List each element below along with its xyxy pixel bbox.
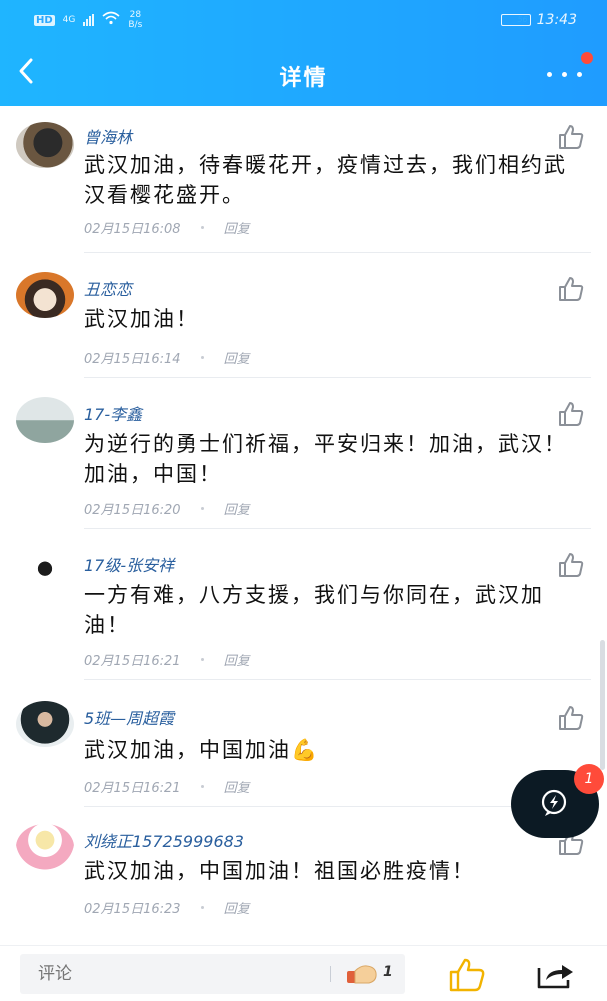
reply-button[interactable]: 回复 — [224, 898, 250, 917]
separator-dot — [200, 356, 204, 359]
wifi-icon — [102, 11, 120, 29]
network-type: 4G — [62, 15, 76, 25]
comment-meta: 02月15日16:21 回复 — [84, 777, 250, 796]
avatar[interactable] — [16, 122, 74, 168]
comment-meta: 02月15日16:08 回复 — [84, 218, 250, 237]
reply-button[interactable]: 回复 — [224, 348, 250, 367]
like-icon[interactable] — [557, 401, 585, 427]
avatar[interactable] — [16, 272, 74, 318]
like-icon[interactable] — [557, 705, 585, 731]
comment-author[interactable]: 刘绕正15725999683 — [84, 828, 244, 852]
like-icon[interactable] — [557, 552, 585, 578]
like-icon[interactable] — [557, 124, 585, 150]
input-separator — [330, 966, 331, 982]
comment-time: 02月15日16:23 — [84, 902, 181, 917]
reply-button[interactable]: 回复 — [224, 499, 250, 518]
clock: 13:43 — [536, 12, 577, 28]
status-bar: HD 4G 28 B/s 56 13:43 — [0, 0, 607, 40]
clap-icon[interactable] — [345, 961, 379, 987]
divider — [84, 377, 591, 378]
comment-time: 02月15日16:08 — [84, 222, 181, 237]
battery-level: 56 — [517, 15, 528, 24]
comment-text: 武汉加油，中国加油！祖国必胜疫情！ — [84, 859, 475, 883]
comment-time: 02月15日16:20 — [84, 503, 181, 518]
comment-time: 02月15日16:21 — [84, 654, 181, 669]
reply-button[interactable]: 回复 — [224, 650, 250, 669]
comment-author[interactable]: 17-李鑫 — [84, 401, 142, 425]
comment-author[interactable]: 丑恋恋 — [84, 276, 132, 300]
signal-icon — [83, 14, 95, 26]
top-bar: HD 4G 28 B/s 56 13:43 详情 — [0, 0, 607, 106]
comment-time: 02月15日16:21 — [84, 781, 181, 796]
separator-dot — [200, 507, 204, 510]
scrollbar[interactable] — [600, 640, 605, 770]
comment-author[interactable]: 17级-张安祥 — [84, 552, 174, 576]
lightning-chat-icon — [541, 789, 567, 816]
comment-meta: 02月15日16:21 回复 — [84, 650, 250, 669]
comment-text: 武汉加油，中国加油💪 — [84, 738, 320, 762]
comment-time: 02月15日16:14 — [84, 352, 181, 367]
reply-button[interactable]: 回复 — [224, 777, 250, 796]
notification-dot — [581, 52, 593, 64]
clap-count: 1 — [383, 964, 393, 980]
more-options-icon[interactable] — [545, 64, 585, 82]
battery-icon: 56 — [500, 14, 531, 26]
separator-dot — [200, 906, 204, 909]
like-icon[interactable] — [557, 276, 585, 302]
separator-dot — [200, 226, 204, 229]
comment-text: 武汉加油，待春暖花开，疫情过去，我们相约武汉看樱花盛开。 — [84, 153, 567, 207]
bottom-bar: 1 — [0, 945, 607, 1001]
divider — [84, 528, 591, 529]
avatar[interactable] — [16, 824, 74, 870]
divider — [84, 679, 591, 680]
comment-text: 武汉加油！ — [84, 307, 199, 331]
speed-value: 28 — [129, 10, 142, 20]
reply-button[interactable]: 回复 — [224, 218, 250, 237]
hd-badge: HD — [34, 14, 55, 26]
share-icon[interactable] — [536, 960, 576, 990]
comment-text: 一方有难，八方支援，我们与你同在，武汉加油！ — [84, 583, 544, 637]
divider — [84, 252, 591, 253]
title-bar: 详情 — [0, 44, 607, 100]
avatar[interactable] — [16, 548, 74, 594]
comment-text: 为逆行的勇士们祈福，平安归来！加油，武汉！ 加油，中国！ — [84, 432, 567, 486]
network-speed: 28 B/s — [128, 10, 142, 30]
separator-dot — [200, 785, 204, 788]
separator-dot — [200, 658, 204, 661]
speed-unit: B/s — [128, 20, 143, 30]
comment-meta: 02月15日16:20 回复 — [84, 499, 250, 518]
avatar[interactable] — [16, 397, 74, 443]
comment-meta: 02月15日16:14 回复 — [84, 348, 250, 367]
comment-meta: 02月15日16:23 回复 — [84, 898, 250, 917]
comment-author[interactable]: 5班—周超霞 — [84, 705, 174, 729]
avatar[interactable] — [16, 701, 74, 747]
thumbs-up-icon[interactable] — [448, 958, 486, 992]
comment-author[interactable]: 曾海林 — [84, 124, 132, 148]
quick-chat-badge: 1 — [574, 764, 604, 794]
page-title: 详情 — [279, 66, 328, 91]
